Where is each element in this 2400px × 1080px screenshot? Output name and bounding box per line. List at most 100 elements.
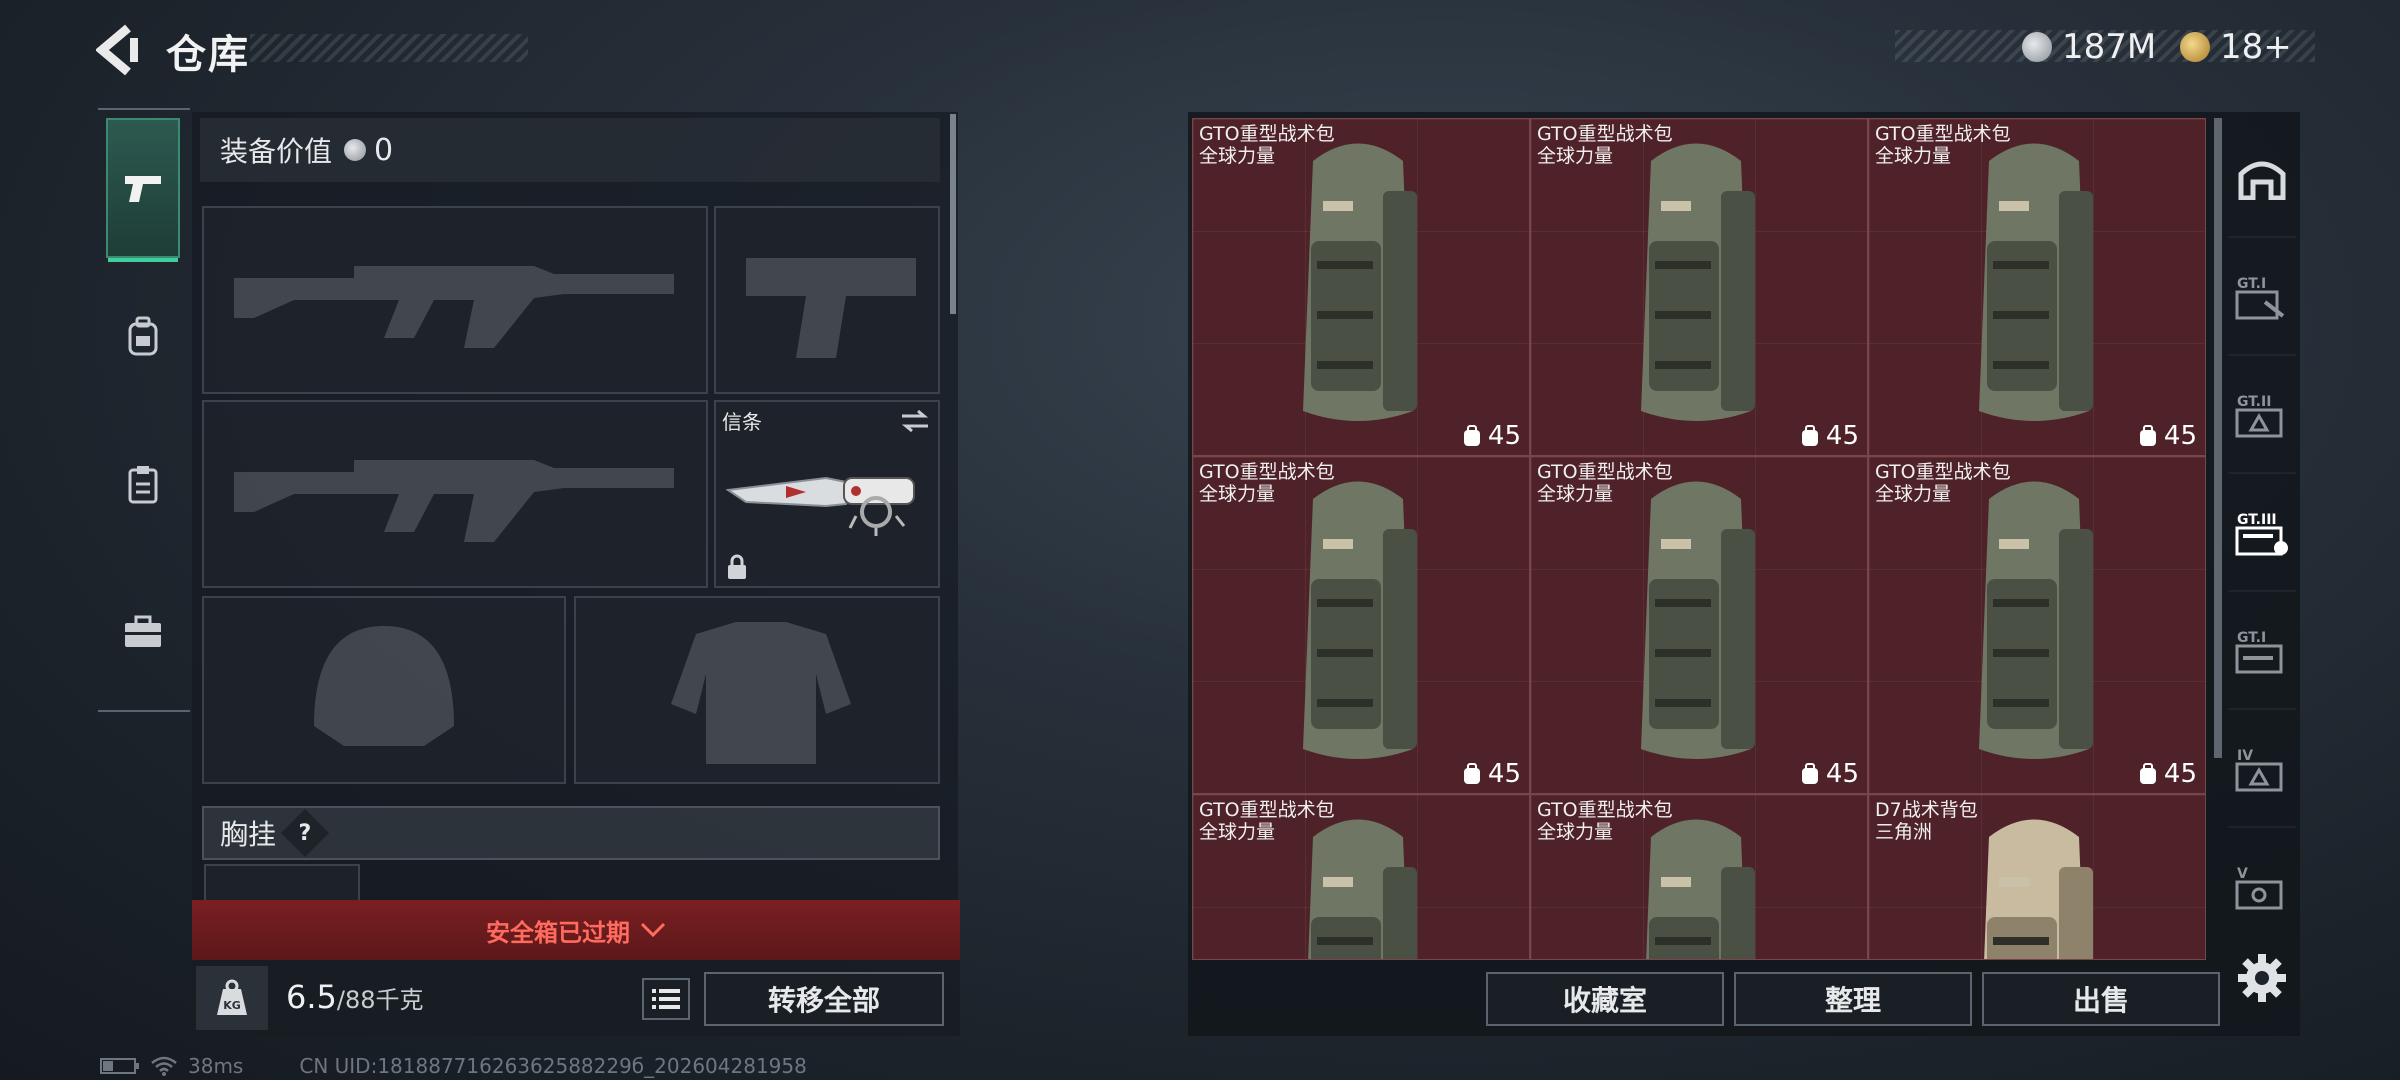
chest-rig-header: 胸挂 ? — [202, 806, 940, 860]
item-brand: 三角洲 — [1875, 821, 1933, 843]
weight-indicator: KG — [196, 966, 268, 1030]
tab-clipboard[interactable] — [106, 414, 180, 554]
svg-text:GT.I: GT.I — [2237, 276, 2266, 292]
storage-item[interactable]: GTO重型战术包 全球力量 45 — [1868, 118, 2206, 456]
tier-v-icon: V — [2235, 866, 2283, 910]
weight-max: /88千克 — [336, 986, 424, 1014]
secure-case-expired-notice[interactable]: 安全箱已过期 — [192, 900, 960, 960]
storage-item[interactable]: GTO重型战术包 全球力量 45 — [1530, 456, 1868, 794]
currency-2: 18+ — [2180, 24, 2292, 70]
wifi-icon — [151, 1056, 177, 1076]
item-name: D7战术背包 — [1875, 799, 1978, 821]
tab-gti-1[interactable]: GT.I — [2228, 236, 2296, 356]
storage-item[interactable]: GTO重型战术包 全球力量 45 — [1530, 118, 1868, 456]
sidearm-slot[interactable] — [714, 206, 940, 394]
tier-iv-icon: IV — [2235, 748, 2283, 792]
organize-button[interactable]: 整理 — [1734, 972, 1972, 1026]
primary-weapon-slot[interactable] — [202, 206, 708, 394]
armory-icon — [2238, 161, 2286, 200]
tab-armory[interactable] — [2228, 118, 2296, 236]
item-capacity: 45 — [2138, 759, 2197, 789]
currency-2-amount: 18+ — [2220, 27, 2292, 67]
tab-tier-v[interactable]: V — [2228, 826, 2296, 946]
weight-icon: KG — [217, 979, 247, 1015]
gti-storage-icon: GT.I — [2235, 276, 2285, 320]
storage-scrollbar[interactable] — [2214, 118, 2222, 758]
melee-slot[interactable]: 信条 — [714, 400, 940, 588]
item-capacity: 45 — [1800, 421, 1859, 451]
battery-icon — [100, 1058, 139, 1074]
gold-coin-icon — [2180, 32, 2210, 62]
gear-value-label: 装备价值 — [220, 135, 333, 168]
item-brand: 全球力量 — [1199, 145, 1276, 167]
tabs-divider-top — [98, 108, 190, 110]
item-brand: 全球力量 — [1199, 483, 1276, 505]
item-brand: 全球力量 — [1875, 483, 1952, 505]
item-capacity: 45 — [1462, 759, 1521, 789]
svg-text:GT.III: GT.III — [2237, 512, 2277, 528]
storage-item[interactable]: GTO重型战术包 全球力量 45 — [1868, 456, 2206, 794]
backpack-image — [1979, 143, 2093, 421]
chevron-down-icon — [640, 922, 666, 938]
tab-toolbox[interactable] — [106, 562, 180, 702]
collection-room-button[interactable]: 收藏室 — [1486, 972, 1724, 1026]
tab-tier-iv[interactable]: IV — [2228, 708, 2296, 828]
secondary-weapon-slot[interactable] — [202, 400, 708, 588]
storage-item[interactable]: GTO重型战术包 全球力量 45 — [1192, 456, 1530, 794]
backpack-icon — [128, 316, 158, 356]
svg-text:IV: IV — [2237, 748, 2253, 764]
loadout-scrollbar[interactable] — [950, 114, 956, 314]
item-name: GTO重型战术包 — [1537, 461, 1673, 483]
storage-item[interactable]: GTO重型战术包 全球力量 45 — [1192, 118, 1530, 456]
chest-rig-slot[interactable] — [204, 864, 360, 904]
backpack-image — [1979, 481, 2093, 759]
tab-gti-4[interactable]: GT.I — [2228, 590, 2296, 710]
expired-text: 安全箱已过期 — [486, 918, 630, 947]
svg-text:KG: KG — [223, 999, 241, 1012]
item-brand: 全球力量 — [1537, 145, 1614, 167]
status-bar: 38ms CN UID:18188771626362588229б_202604… — [100, 1054, 807, 1078]
title-decoration — [250, 34, 528, 62]
pistol-silhouette-icon — [746, 258, 916, 358]
currency-1: 187M — [2022, 24, 2156, 70]
storage-item[interactable]: GTO重型战术包 全球力量 — [1192, 794, 1530, 960]
backpack-image — [1641, 143, 1755, 421]
storage-item[interactable]: D7战术背包 三角洲 — [1868, 794, 2206, 960]
settings-button[interactable] — [2236, 952, 2288, 1004]
tab-gti-2[interactable]: GT.II — [2228, 354, 2296, 474]
transfer-all-button[interactable]: 转移全部 — [704, 972, 944, 1026]
svg-text:V: V — [2237, 866, 2248, 882]
tab-backpack[interactable] — [106, 266, 180, 406]
help-icon[interactable]: ? — [280, 808, 330, 858]
back-arrow-icon — [95, 24, 138, 76]
item-name: GTO重型战术包 — [1875, 123, 2011, 145]
storage-item[interactable]: GTO重型战术包 全球力量 — [1530, 794, 1868, 960]
item-name: GTO重型战术包 — [1199, 799, 1335, 821]
ping-text: 38ms — [188, 1054, 244, 1078]
helmet-slot[interactable] — [202, 596, 566, 784]
back-button[interactable] — [95, 24, 142, 76]
svg-text:GT.II: GT.II — [2237, 394, 2271, 410]
item-name: GTO重型战术包 — [1537, 799, 1673, 821]
svg-text:GT.I: GT.I — [2237, 630, 2266, 646]
capacity-backpack-icon — [1463, 425, 1480, 446]
tab-gti-3[interactable]: GT.III — [2228, 472, 2296, 592]
capacity-backpack-icon — [2139, 425, 2156, 446]
sell-button[interactable]: 出售 — [1982, 972, 2220, 1026]
item-name: GTO重型战术包 — [1199, 123, 1335, 145]
weight-current: 6.5 — [286, 978, 337, 1016]
item-name: GTO重型战术包 — [1875, 461, 2011, 483]
item-brand: 全球力量 — [1537, 483, 1614, 505]
gti-storage-icon-active: GT.III — [2235, 512, 2288, 556]
item-name: GTO重型战术包 — [1537, 123, 1673, 145]
uid-text: CN UID:18188771626362588229б_20260428195… — [299, 1054, 807, 1078]
melee-label: 信条 — [722, 410, 762, 434]
swap-icon[interactable] — [900, 408, 930, 434]
backpack-image — [1984, 819, 2093, 959]
list-view-button[interactable] — [642, 978, 690, 1020]
gear-value-bar: 装备价值 0 — [200, 118, 940, 182]
tabs-divider-bottom — [98, 710, 190, 712]
item-brand: 全球力量 — [1537, 821, 1614, 843]
armor-slot[interactable] — [574, 596, 940, 784]
tab-weapons[interactable] — [106, 118, 180, 262]
